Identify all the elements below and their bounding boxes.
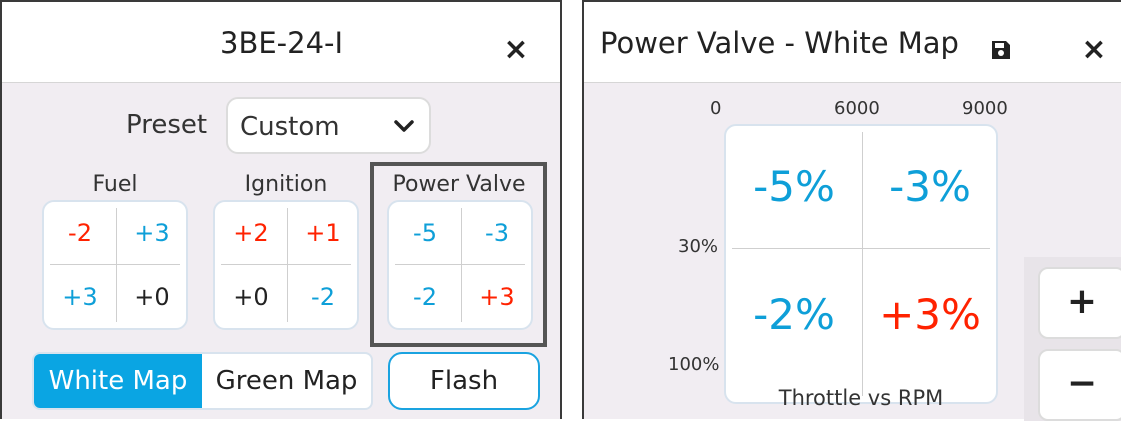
preset-dropdown[interactable]: Custom <box>226 97 431 154</box>
map-detail-panel: Power Valve - White Map × 0 6000 9000 30… <box>582 0 1121 421</box>
map-cell[interactable]: -5% <box>726 126 862 248</box>
white-map-tab[interactable]: White Map <box>34 354 202 408</box>
ignition-label: Ignition <box>244 172 328 197</box>
x-tick-label: 0 <box>710 98 722 119</box>
zoom-out-button[interactable]: − <box>1038 349 1121 421</box>
preset-value: Custom <box>240 112 340 142</box>
save-icon[interactable] <box>990 39 1012 61</box>
power-valve-cell[interactable]: -2 <box>389 266 461 328</box>
ignition-cell[interactable]: +2 <box>215 202 287 264</box>
y-tick-label: 30% <box>678 236 719 257</box>
fuel-cell[interactable]: -2 <box>44 202 116 264</box>
close-icon[interactable]: × <box>1074 30 1114 70</box>
chevron-down-icon <box>394 120 414 132</box>
zoom-in-button[interactable]: + <box>1038 267 1121 339</box>
close-icon[interactable]: × <box>496 30 536 70</box>
grid-divider <box>221 264 351 265</box>
panel-title: 3BE-24-I <box>220 26 344 60</box>
tuning-panel: 3BE-24-I × Preset Custom Fuel -2 +3 +3 +… <box>0 0 562 419</box>
map-cell[interactable]: +3% <box>862 250 998 380</box>
x-tick-label: 9000 <box>962 98 1008 119</box>
power-valve-label: Power Valve <box>392 172 526 197</box>
power-valve-cell[interactable]: -5 <box>389 202 461 264</box>
grid-divider <box>50 264 180 265</box>
green-map-tab[interactable]: Green Map <box>202 354 371 408</box>
panel-titlebar: Power Valve - White Map × <box>584 2 1121 83</box>
power-valve-cell[interactable]: +3 <box>461 266 533 328</box>
power-valve-grid[interactable]: -5 -3 -2 +3 <box>387 200 533 330</box>
ignition-cell[interactable]: +1 <box>287 202 359 264</box>
y-tick-label: 100% <box>668 354 720 375</box>
grid-divider <box>395 264 525 265</box>
preset-label: Preset <box>126 110 208 140</box>
map-cell[interactable]: -2% <box>726 250 862 380</box>
fuel-label: Fuel <box>92 172 138 197</box>
x-tick-label: 6000 <box>834 98 880 119</box>
fuel-grid: -2 +3 +3 +0 <box>42 200 188 330</box>
fuel-cell[interactable]: +3 <box>44 266 116 328</box>
ignition-cell[interactable]: -2 <box>287 266 359 328</box>
ignition-grid: +2 +1 +0 -2 <box>213 200 359 330</box>
grid-divider <box>732 248 990 249</box>
map-toggle: White Map Green Map <box>32 352 373 410</box>
ignition-cell[interactable]: +0 <box>215 266 287 328</box>
map-caption: Throttle vs RPM <box>778 386 944 410</box>
fuel-cell[interactable]: +0 <box>116 266 188 328</box>
map-grid: -5% -3% -2% +3% <box>724 124 998 404</box>
map-cell[interactable]: -3% <box>862 126 998 248</box>
power-valve-cell[interactable]: -3 <box>461 202 533 264</box>
flash-button[interactable]: Flash <box>388 352 540 410</box>
panel-titlebar: 3BE-24-I × <box>2 2 560 83</box>
panel-title: Power Valve - White Map <box>600 26 959 60</box>
fuel-cell[interactable]: +3 <box>116 202 188 264</box>
